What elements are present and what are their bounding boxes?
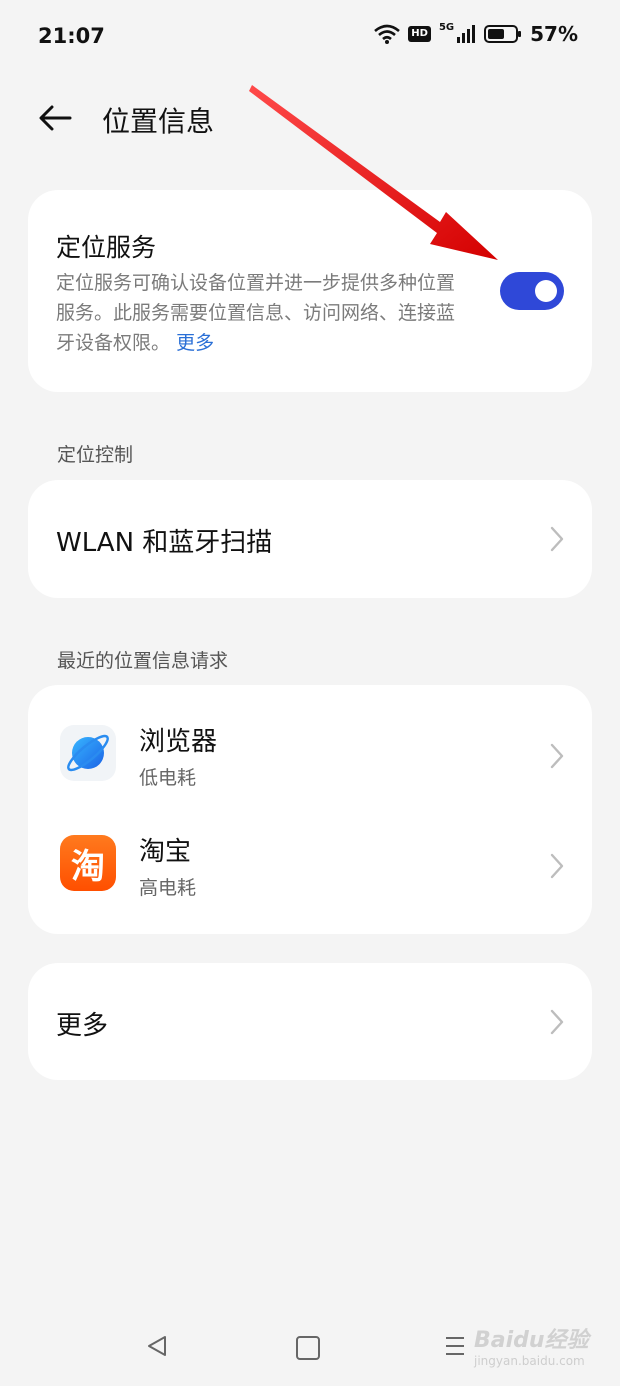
status-time: 21:07 <box>38 24 105 48</box>
wifi-icon <box>374 24 401 44</box>
watermark-url: jingyan.baidu.com <box>474 1354 585 1368</box>
app-usage: 高电耗 <box>139 877 197 899</box>
status-bar: 21:07 HD 5G 57% <box>0 0 620 76</box>
more-link[interactable]: 更多 <box>176 332 214 354</box>
location-service-card: 定位服务 定位服务可确认设备位置并进一步提供多种位置服务。此服务需要位置信息、访… <box>28 190 592 392</box>
description-text: 定位服务可确认设备位置并进一步提供多种位置服务。此服务需要位置信息、访问网络、连… <box>56 272 456 354</box>
network-type: 5G <box>438 21 455 33</box>
hd-badge: HD <box>408 26 431 42</box>
signal-icon <box>457 25 476 43</box>
status-icons: HD 5G 57% <box>374 22 578 46</box>
nav-menu-icon[interactable] <box>444 1334 466 1358</box>
page-title: 位置信息 <box>102 105 215 138</box>
planet-icon <box>67 734 109 772</box>
app-name: 浏览器 <box>139 727 218 757</box>
battery-percent: 57% <box>530 22 578 46</box>
nav-home-icon[interactable] <box>296 1336 320 1360</box>
back-button[interactable] <box>36 100 76 136</box>
chevron-right-icon <box>550 853 564 879</box>
location-service-title: 定位服务 <box>56 233 157 262</box>
taobao-glyph: 淘 <box>71 846 105 887</box>
list-item-taobao[interactable]: 淘 淘宝 高电耗 <box>28 809 592 919</box>
toggle-knob <box>535 280 557 302</box>
battery-icon <box>484 25 522 43</box>
app-name: 淘宝 <box>139 837 192 867</box>
list-item-browser[interactable]: 浏览器 低电耗 <box>28 699 592 809</box>
header: 位置信息 <box>0 90 620 146</box>
wlan-row-title: WLAN 和蓝牙扫描 <box>56 528 273 558</box>
chevron-right-icon <box>550 526 564 552</box>
arrow-left-icon <box>39 105 72 131</box>
browser-icon <box>60 725 116 781</box>
wlan-bluetooth-scan-row[interactable]: WLAN 和蓝牙扫描 <box>28 480 592 598</box>
location-service-toggle[interactable] <box>500 272 564 310</box>
more-row[interactable]: 更多 <box>28 963 592 1080</box>
taobao-icon: 淘 <box>60 835 116 891</box>
app-usage: 低电耗 <box>139 767 197 789</box>
section-label-recent: 最近的位置信息请求 <box>57 650 229 672</box>
location-service-description: 定位服务可确认设备位置并进一步提供多种位置服务。此服务需要位置信息、访问网络、连… <box>56 268 466 358</box>
chevron-right-icon <box>550 743 564 769</box>
recent-requests-card: 浏览器 低电耗 淘 淘宝 高电耗 <box>28 685 592 934</box>
section-label-control: 定位控制 <box>57 444 134 466</box>
more-row-title: 更多 <box>56 1011 109 1041</box>
chevron-right-icon <box>550 1009 564 1035</box>
watermark-brand: Baidu经验 <box>474 1328 589 1353</box>
nav-back-icon[interactable] <box>146 1334 168 1358</box>
